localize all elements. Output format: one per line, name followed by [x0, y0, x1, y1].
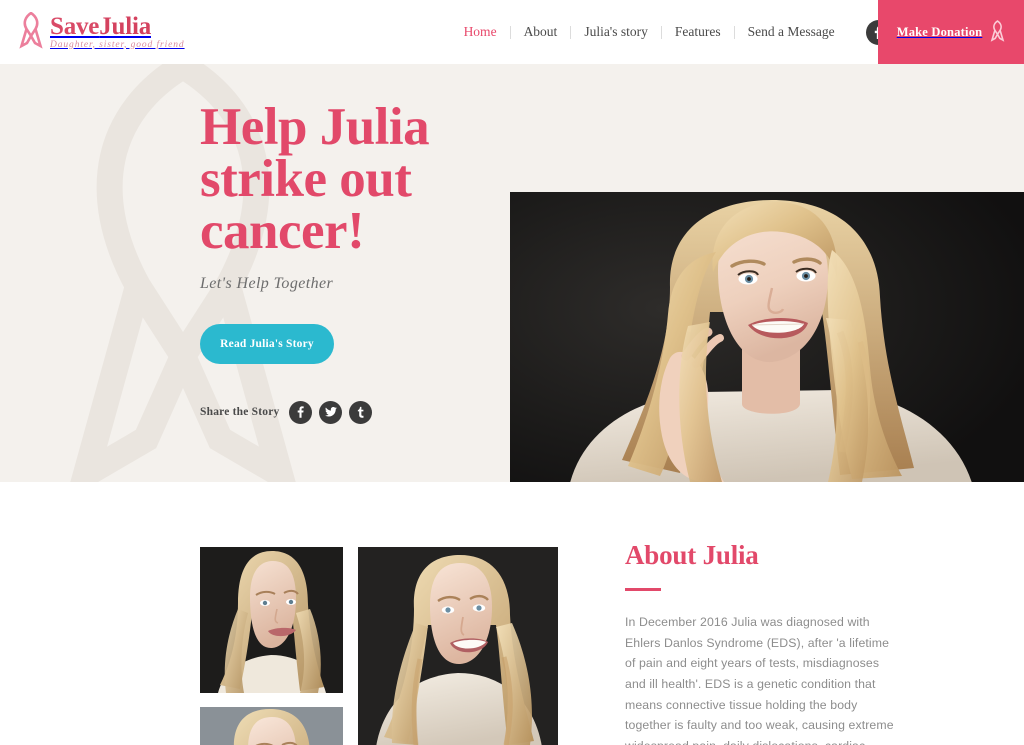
gallery-portrait-1: [200, 547, 343, 693]
nav-item-home[interactable]: Home: [451, 24, 510, 40]
nav-item-about[interactable]: About: [511, 24, 571, 40]
about-divider: [625, 588, 661, 591]
hero-heading-line-1: Help Julia: [200, 98, 430, 156]
gallery-photo-3[interactable]: [200, 707, 343, 745]
about-section: About Julia In December 2016 Julia was d…: [0, 482, 1024, 745]
ribbon-icon: [990, 20, 1005, 42]
share-label: Share the Story: [200, 406, 280, 419]
pink-ribbon-icon: [19, 12, 43, 49]
nav-item-julias-story[interactable]: Julia's story: [571, 24, 661, 40]
hero-section: Help Julia strike out cancer! Let's Help…: [0, 64, 1024, 482]
gallery-portrait-3: [200, 707, 343, 745]
hero-heading-line-2: strike out: [200, 149, 412, 208]
nav-item-features[interactable]: Features: [662, 24, 734, 40]
share-tumblr-icon[interactable]: [349, 400, 373, 424]
share-facebook-icon[interactable]: [289, 400, 313, 424]
about-body-text: In December 2016 Julia was diagnosed wit…: [625, 615, 894, 745]
main-navigation: Home About Julia's story Features Send a…: [451, 24, 848, 40]
hero-heading-line-3: cancer!: [200, 201, 365, 260]
make-donation-label: Make Donation: [896, 24, 983, 39]
nav-item-send-a-message[interactable]: Send a Message: [735, 24, 848, 40]
hero-photo: [510, 192, 1024, 482]
share-the-story: Share the Story: [200, 400, 500, 424]
hero-content: Help Julia strike out cancer! Let's Help…: [200, 101, 500, 424]
about-text-column: About Julia In December 2016 Julia was d…: [625, 540, 895, 745]
read-julias-story-button[interactable]: Read Julia's Story: [200, 323, 334, 364]
logo-title: SaveJulia: [50, 12, 151, 40]
logo-tagline: Daughter, sister, good friend: [50, 39, 185, 50]
gallery-photo-1[interactable]: [200, 547, 343, 693]
hero-subtitle: Let's Help Together: [200, 274, 334, 292]
make-donation-button[interactable]: Make Donation: [878, 0, 1024, 64]
hero-heading: Help Julia strike out cancer!: [200, 101, 500, 260]
gallery-photo-2[interactable]: [358, 547, 558, 745]
about-title: About Julia: [625, 540, 759, 570]
gallery-portrait-2: [358, 547, 558, 745]
about-gallery: [200, 547, 558, 745]
site-header: SaveJulia Daughter, sister, good friend …: [0, 0, 1024, 64]
site-logo[interactable]: SaveJulia Daughter, sister, good friend: [18, 12, 185, 52]
hero-portrait-illustration: [510, 192, 1024, 482]
share-twitter-icon[interactable]: [319, 400, 343, 424]
